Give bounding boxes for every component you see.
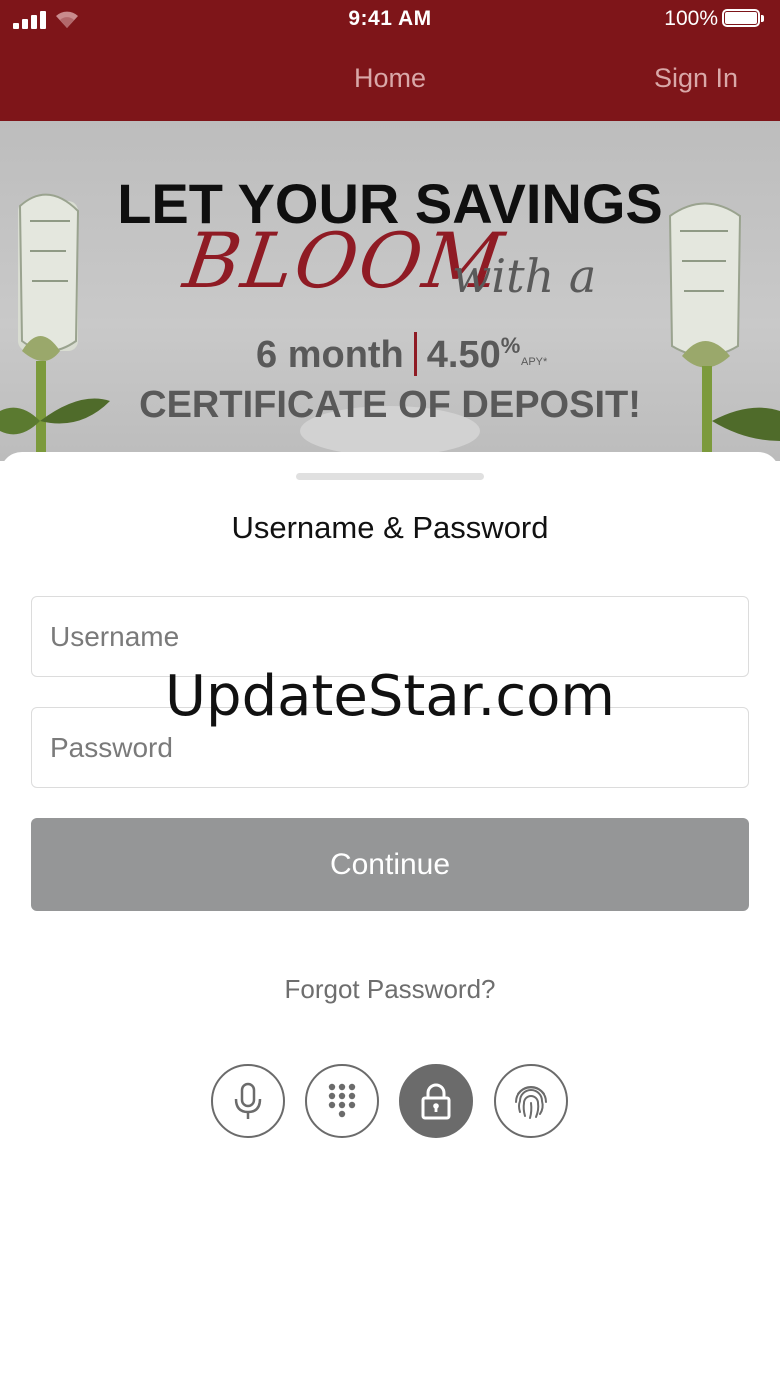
continue-button[interactable]: Continue <box>31 818 749 911</box>
status-time: 9:41 AM <box>348 7 432 30</box>
password-auth-button[interactable] <box>399 1064 473 1138</box>
banner-term: 6 month <box>256 334 404 376</box>
microphone-icon <box>234 1082 262 1119</box>
pin-auth-button[interactable] <box>305 1064 379 1138</box>
banner-rate-line: 6 month 4.50% APY* <box>256 332 547 380</box>
banner-with-text: with a <box>452 249 597 303</box>
fingerprint-icon <box>515 1086 547 1119</box>
auth-method-selector <box>0 1064 780 1142</box>
lock-icon <box>421 1083 451 1120</box>
watermark-text: UpdateStar.com <box>165 664 615 729</box>
voice-auth-button[interactable] <box>211 1064 285 1138</box>
banner-rate: 4.50 <box>426 334 501 376</box>
nav-sign-in-link[interactable]: Sign In <box>654 63 738 94</box>
sheet-drag-handle[interactable] <box>296 473 484 480</box>
forgot-password-link[interactable]: Forgot Password? <box>0 974 780 1005</box>
banner-divider <box>413 332 417 376</box>
banner-rate-suffix: % <box>500 333 521 358</box>
keypad-icon <box>328 1083 356 1118</box>
battery-icon <box>722 9 766 29</box>
top-bar: 9:41 AM 100% Home Sign In <box>0 0 780 121</box>
login-sheet: Username & Password Continue Forgot Pass… <box>0 452 780 1387</box>
promo-banner[interactable]: LET YOUR SAVINGS BLOOM with a 6 month 4.5… <box>0 121 780 461</box>
banner-apy-note: APY* <box>521 356 548 368</box>
fingerprint-auth-button[interactable] <box>494 1064 568 1138</box>
battery-percent: 100% <box>664 7 718 30</box>
login-title: Username & Password <box>231 510 549 545</box>
banner-cd-text: CERTIFICATE OF DEPOSIT! <box>139 384 641 426</box>
